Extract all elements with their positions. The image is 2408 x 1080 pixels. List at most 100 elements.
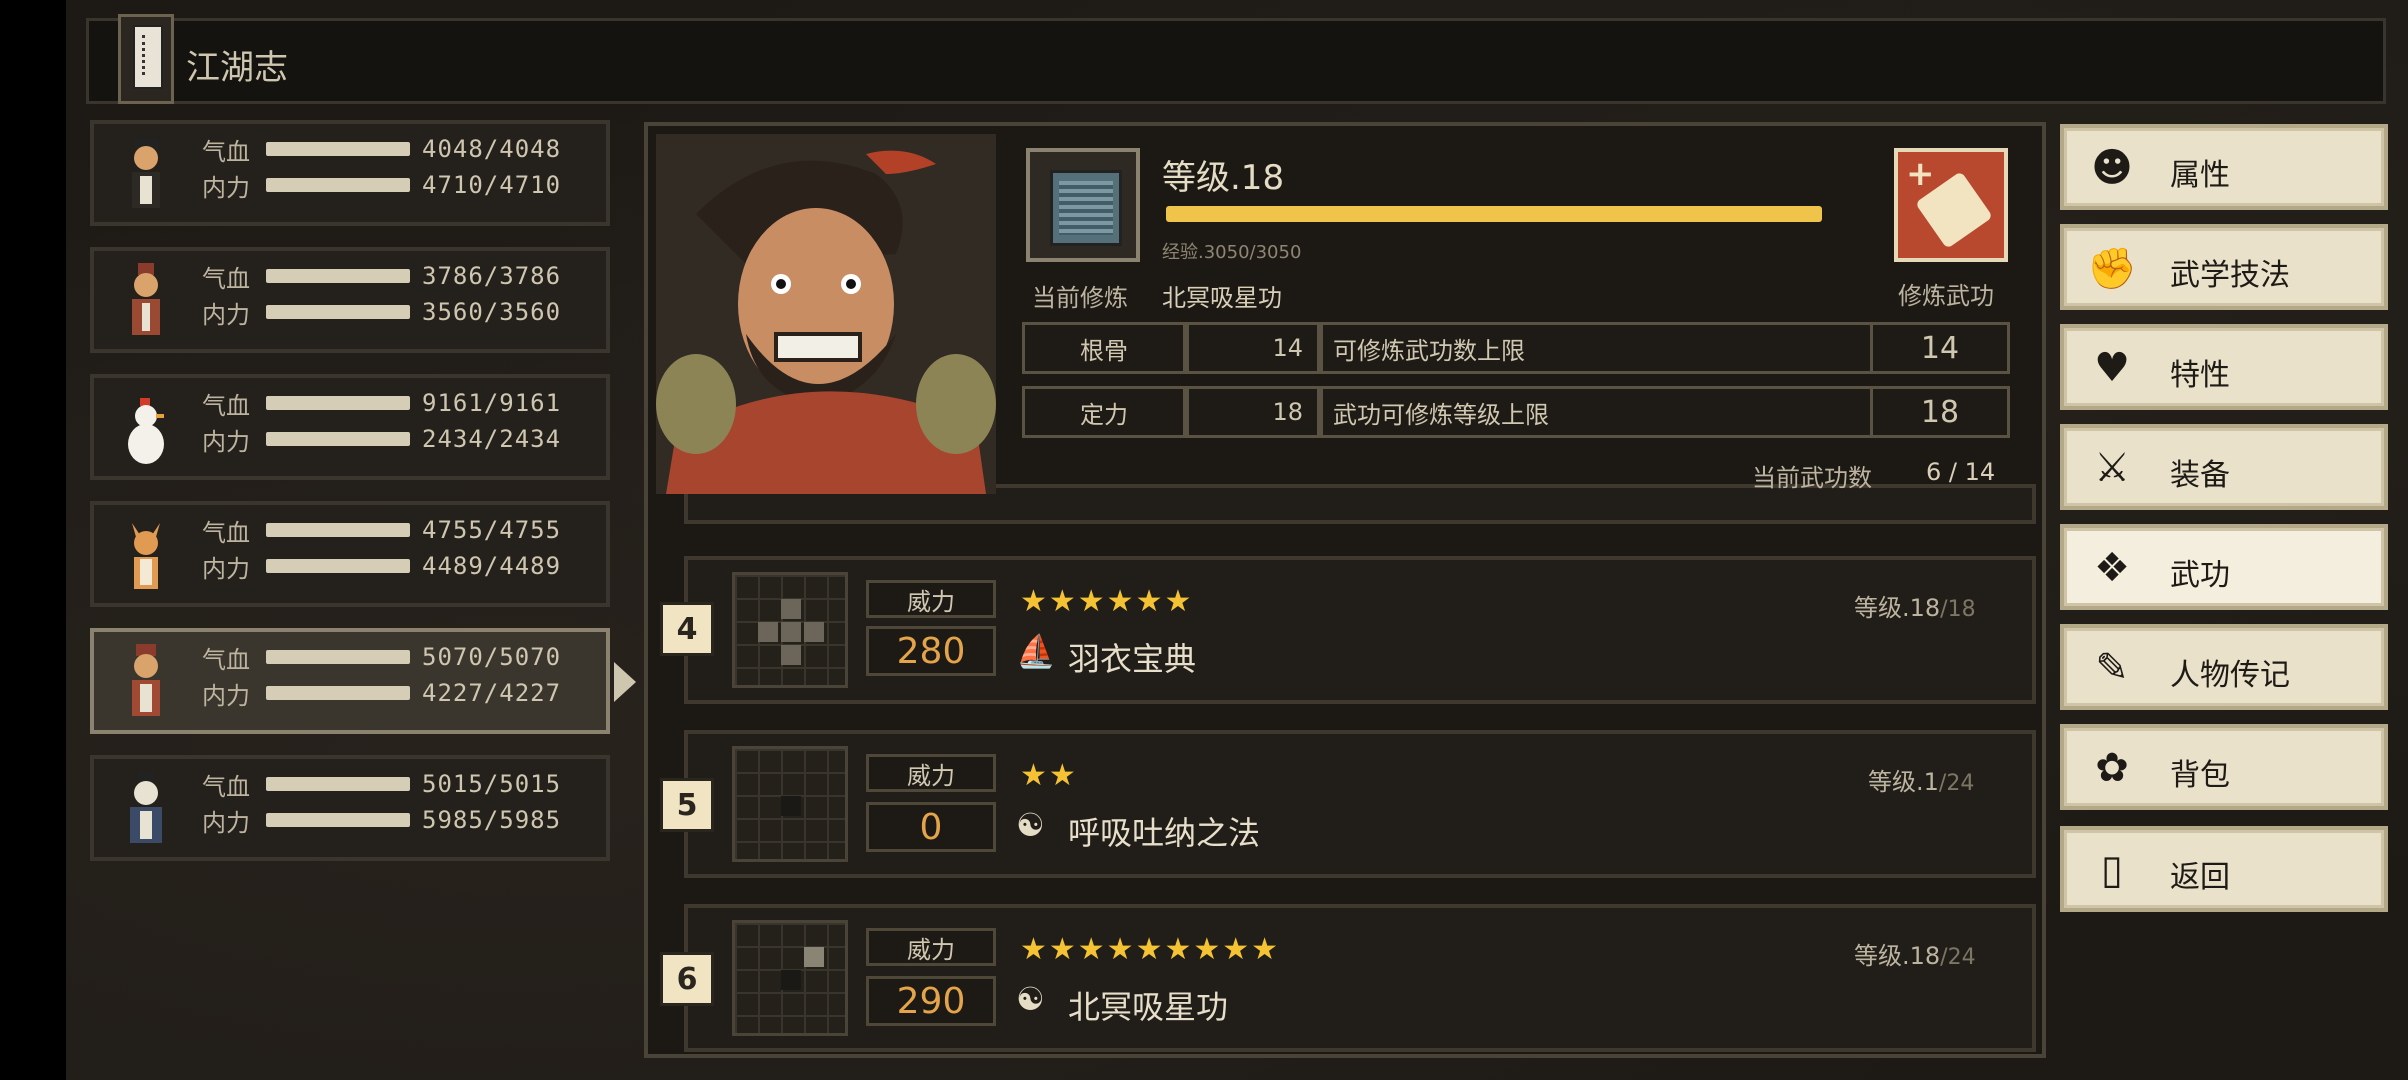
neili-label: 内力 bbox=[202, 173, 250, 202]
neili-label: 内力 bbox=[202, 427, 250, 456]
attribute-cap: 18 bbox=[1870, 386, 2010, 438]
attribute-value: 18 bbox=[1186, 386, 1320, 438]
qixue-bar bbox=[266, 142, 410, 156]
current-practice-label: 当前修炼 bbox=[1032, 284, 1128, 312]
attribute-name: 根骨 bbox=[1022, 322, 1186, 374]
neili-label: 内力 bbox=[202, 554, 250, 583]
fist-icon: ✊ bbox=[2087, 245, 2137, 292]
skill-name: 北冥吸星功 bbox=[1068, 988, 1229, 1026]
neili-value: 5985/5985 bbox=[422, 806, 562, 834]
qixue-bar bbox=[266, 396, 410, 410]
qixue-value: 9161/9161 bbox=[422, 389, 562, 417]
skill-count-label: 当前武功数 bbox=[1752, 464, 1872, 492]
left-letterbox bbox=[0, 0, 66, 1080]
power-label: 威力 bbox=[866, 580, 996, 618]
qixue-label: 气血 bbox=[202, 264, 250, 293]
menu-label: 特性 bbox=[2170, 358, 2230, 393]
skill-grid bbox=[732, 572, 848, 688]
qixue-label: 气血 bbox=[202, 772, 250, 801]
neili-label: 内力 bbox=[202, 681, 250, 710]
skill-level: 等级.1/24 bbox=[1868, 768, 1975, 796]
skill-grid bbox=[732, 920, 848, 1036]
menu-back-button[interactable]: ▯ 返回 bbox=[2060, 826, 2388, 912]
skill-count-value: 6 / 14 bbox=[1926, 458, 1996, 486]
character-card-5-selected[interactable]: 气血 5070/5070 内力 4227/4227 bbox=[90, 628, 636, 734]
character-card-1[interactable]: 气血 4048/4048 内力 4710/4710 bbox=[90, 120, 610, 226]
menu-equipment-button[interactable]: ⚔ 装备 bbox=[2060, 424, 2388, 510]
menu-attributes-button[interactable]: ☻ 属性 bbox=[2060, 124, 2388, 210]
neili-bar bbox=[266, 305, 410, 319]
person-icon: ☻ bbox=[2091, 145, 2133, 191]
character-card-2[interactable]: 气血 3786/3786 内力 3560/3560 bbox=[90, 247, 610, 353]
neili-value: 4710/4710 bbox=[422, 171, 562, 199]
qixue-label: 气血 bbox=[202, 391, 250, 420]
practice-skill-label: 修炼武功 bbox=[1898, 282, 1994, 310]
qixue-value: 5070/5070 bbox=[422, 643, 562, 671]
menu-martial-arts-button[interactable]: ❖ 武功 bbox=[2060, 524, 2388, 610]
scroll-book-icon: ❖ bbox=[2094, 545, 2130, 591]
neili-value: 3560/3560 bbox=[422, 298, 562, 326]
qixue-label: 气血 bbox=[202, 137, 250, 166]
character-card-3[interactable]: 气血 9161/9161 内力 2434/2434 bbox=[90, 374, 610, 480]
neili-label: 内力 bbox=[202, 808, 250, 837]
skill-index-badge: 4 bbox=[660, 602, 714, 656]
skill-index-badge: 5 bbox=[660, 778, 714, 832]
skill-name: 呼吸吐纳之法 bbox=[1068, 814, 1261, 852]
neili-bar bbox=[266, 432, 410, 446]
plus-icon: + bbox=[1906, 154, 1935, 194]
menu-bag-button[interactable]: ✿ 背包 bbox=[2060, 724, 2388, 810]
character-card-4[interactable]: 气血 4755/4755 内力 4489/4489 bbox=[90, 501, 610, 607]
warrior-avatar-icon bbox=[132, 644, 160, 716]
page-title: 江湖志 bbox=[186, 48, 288, 88]
heart-person-icon: ♥ bbox=[2094, 345, 2130, 391]
power-label: 威力 bbox=[866, 754, 996, 792]
attribute-description: 可修炼武功数上限 bbox=[1320, 322, 1894, 374]
bag-icon: ✿ bbox=[2095, 745, 2129, 791]
yin-yang-icon: ☯ bbox=[1016, 980, 1045, 1018]
fox-avatar-icon bbox=[132, 523, 160, 589]
skill-index-badge: 6 bbox=[660, 952, 714, 1006]
qixue-bar bbox=[266, 523, 410, 537]
current-skill-scroll-icon bbox=[1026, 148, 1140, 262]
menu-label: 武功 bbox=[2170, 558, 2230, 593]
door-icon: ▯ bbox=[2100, 847, 2123, 893]
neili-value: 2434/2434 bbox=[422, 425, 562, 453]
qixue-bar bbox=[266, 269, 410, 283]
neili-value: 4489/4489 bbox=[422, 552, 562, 580]
current-practice-name: 北冥吸星功 bbox=[1162, 284, 1282, 312]
attribute-value: 14 bbox=[1186, 322, 1320, 374]
qixue-bar bbox=[266, 777, 410, 791]
skill-level: 等级.18/18 bbox=[1854, 594, 1976, 622]
skill-level: 等级.18/24 bbox=[1854, 942, 1976, 970]
menu-traits-button[interactable]: ♥ 特性 bbox=[2060, 324, 2388, 410]
selection-arrow-icon bbox=[614, 662, 636, 702]
attribute-row-dingli: 定力 18 武功可修炼等级上限 18 bbox=[1022, 386, 2010, 438]
power-value: 290 bbox=[866, 976, 996, 1026]
feather-icon: ⛵ bbox=[1016, 632, 1056, 670]
hero-portrait bbox=[656, 134, 996, 494]
yin-yang-icon: ☯ bbox=[1016, 806, 1045, 844]
attribute-name: 定力 bbox=[1022, 386, 1186, 438]
masked-avatar-icon bbox=[130, 771, 162, 843]
skill-stars: ★★★★★★★★★ bbox=[1020, 932, 1281, 967]
menu-label: 人物传记 bbox=[2170, 658, 2290, 693]
qixue-bar bbox=[266, 650, 410, 664]
neili-bar bbox=[266, 178, 410, 192]
qixue-value: 5015/5015 bbox=[422, 770, 562, 798]
menu-biography-button[interactable]: ✎ 人物传记 bbox=[2060, 624, 2388, 710]
neili-bar bbox=[266, 559, 410, 573]
attribute-cap: 14 bbox=[1870, 322, 2010, 374]
character-card-6[interactable]: 气血 5015/5015 内力 5985/5985 bbox=[90, 755, 610, 861]
practice-skill-button[interactable]: + bbox=[1894, 148, 2008, 262]
neili-bar bbox=[266, 813, 410, 827]
menu-label: 背包 bbox=[2170, 758, 2230, 793]
chicken-avatar-icon bbox=[128, 398, 164, 464]
book-icon: ✎ bbox=[2095, 645, 2129, 691]
qixue-label: 气血 bbox=[202, 645, 250, 674]
menu-label: 武学技法 bbox=[2170, 258, 2290, 293]
menu-techniques-button[interactable]: ✊ 武学技法 bbox=[2060, 224, 2388, 310]
skill-name: 羽衣宝典 bbox=[1068, 640, 1197, 678]
menu-label: 属性 bbox=[2170, 158, 2230, 193]
monk-avatar-icon bbox=[132, 263, 160, 335]
power-value: 0 bbox=[866, 802, 996, 852]
